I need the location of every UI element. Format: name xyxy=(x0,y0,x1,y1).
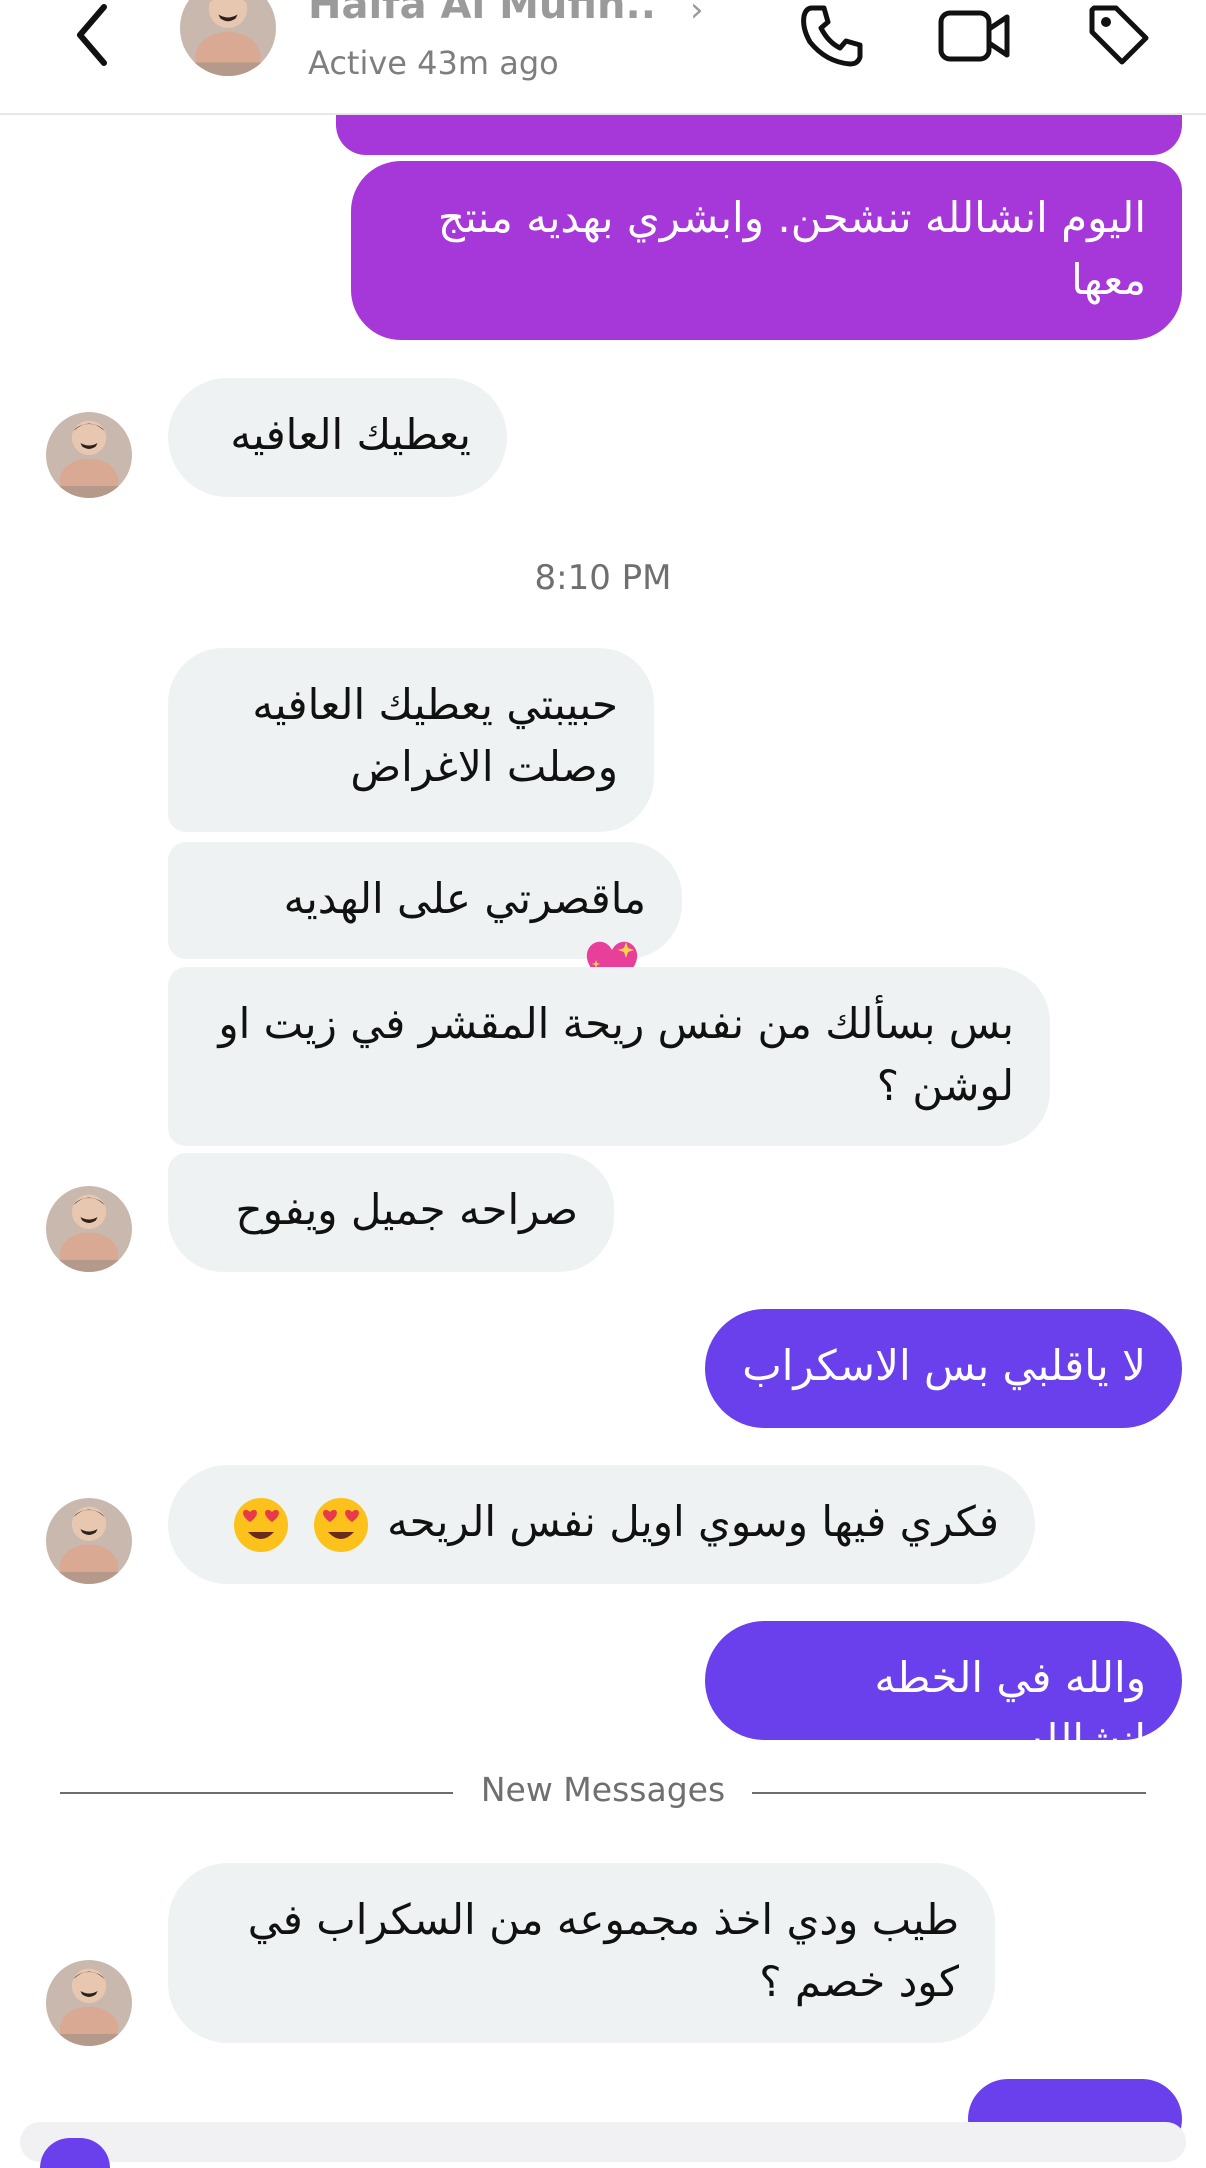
video-camera-icon xyxy=(938,10,1010,62)
message-text: يعطيك العافيه xyxy=(230,410,471,459)
message-text: ماقصرتي على الهديه xyxy=(283,874,646,923)
presence-status: Active 43m ago xyxy=(308,44,559,82)
sender-avatar[interactable] xyxy=(46,1960,132,2046)
sender-avatar[interactable] xyxy=(46,1186,132,1272)
message-text: فكري فيها وسوي اويل نفس الريحه xyxy=(387,1497,999,1546)
new-messages-divider: New Messages xyxy=(60,1770,1146,1814)
label-button[interactable] xyxy=(1076,0,1162,78)
message-bubble-incoming[interactable]: ماقصرتي على الهديه xyxy=(168,842,682,988)
contact-avatar[interactable] xyxy=(180,0,276,76)
message-bubble-incoming[interactable]: بس بسألك من نفس ريحة المقشر في زيت او لو… xyxy=(168,967,1050,1146)
phone-icon xyxy=(801,5,863,67)
message-text: بس بسألك من نفس ريحة المقشر في زيت او لو… xyxy=(218,999,1014,1110)
message-text: لا ياقلبي بس الاسكراب xyxy=(742,1341,1146,1390)
message-bubble-incoming[interactable]: يعطيك العافيه xyxy=(168,378,507,497)
heart-eyes-emoji-icon xyxy=(234,1497,289,1552)
sender-avatar[interactable] xyxy=(46,1498,132,1584)
video-call-button[interactable] xyxy=(932,0,1018,78)
audio-call-button[interactable] xyxy=(790,0,876,78)
message-text: والله في الخطه انشالله xyxy=(874,1653,1146,1764)
tag-icon xyxy=(1089,5,1149,65)
message-bubble-outgoing[interactable]: لا ياقلبي بس الاسكراب xyxy=(705,1309,1182,1428)
chat-header: Haifa Al Mufin.. › Active 43m ago xyxy=(0,0,1206,115)
message-text: حبيبتي يعطيك العافيه وصلت الاغراض xyxy=(252,680,618,791)
message-composer[interactable] xyxy=(20,2122,1186,2162)
message-bubble-outgoing[interactable]: والله في الخطه انشالله xyxy=(705,1621,1182,1764)
message-text: اليوم انشالله تنشحن. وابشري بهديه منتج م… xyxy=(437,193,1146,304)
message-bubble-incoming[interactable]: صراحه جميل ويفوح xyxy=(168,1153,614,1272)
chevron-right-icon: › xyxy=(690,0,704,30)
message-bubble-incoming[interactable]: طيب ودي اخذ مجموعه من السكراب في كود خصم… xyxy=(168,1863,995,2043)
contact-name[interactable]: Haifa Al Mufin.. xyxy=(308,0,656,28)
message-bubble-outgoing[interactable]: اليوم انشالله تنشحن. وابشري بهديه منتج م… xyxy=(351,161,1182,340)
back-button[interactable] xyxy=(62,0,122,70)
divider-line xyxy=(752,1792,1146,1794)
heart-eyes-emoji-icon xyxy=(313,1497,368,1552)
message-text: طيب ودي اخذ مجموعه من السكراب في كود خصم… xyxy=(247,1895,959,2006)
timestamp-separator: 8:10 PM xyxy=(534,558,672,598)
chevron-left-icon xyxy=(77,4,107,66)
sender-avatar[interactable] xyxy=(46,412,132,498)
message-bubble-incoming[interactable]: حبيبتي يعطيك العافيه وصلت الاغراض xyxy=(168,648,654,832)
new-messages-label: New Messages xyxy=(480,1770,726,1809)
message-text: صراحه جميل ويفوح xyxy=(235,1185,578,1234)
message-bubble-incoming[interactable]: فكري فيها وسوي اويل نفس الريحه xyxy=(168,1465,1035,1584)
